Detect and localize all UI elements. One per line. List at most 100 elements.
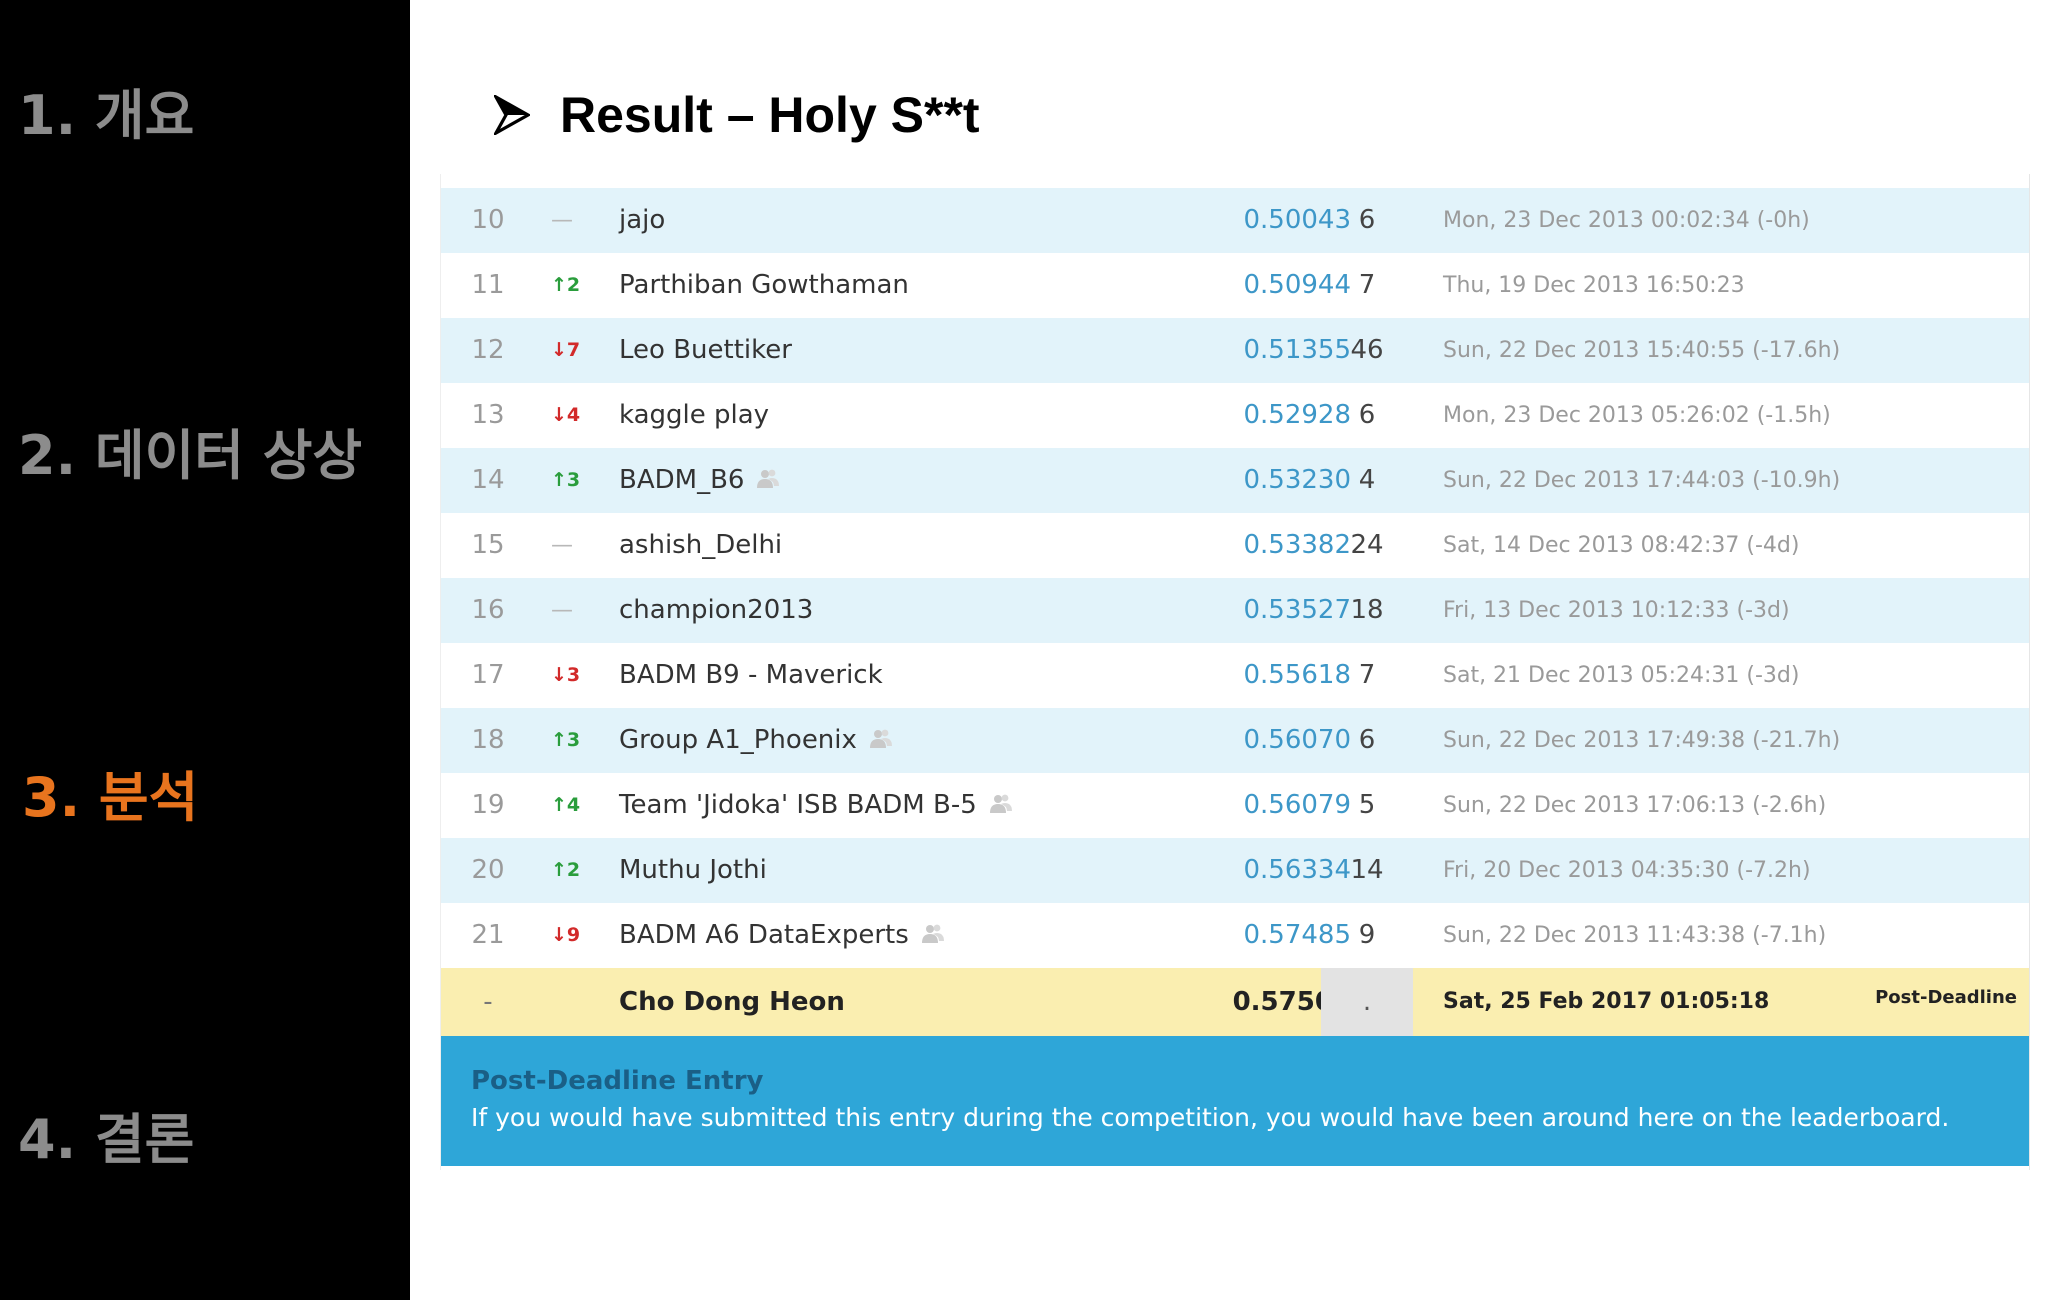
rank-change-cell: ↑4 [551,794,581,816]
rank-cell: 14 [471,465,505,495]
name-cell: Parthiban Gowthaman [619,270,909,300]
score-cell: 0.53382 [1243,530,1351,560]
entries-cell: 18 [1350,595,1384,625]
rank-cell: 11 [471,270,505,300]
rank-change-cell: ↓4 [551,404,581,426]
rank-cell: 17 [471,660,505,690]
entries-cell: 7 [1358,660,1376,690]
post-deadline-tag: Post-Deadline [1875,987,2017,1008]
rank-change-cell: ↑3 [551,469,581,491]
name-cell: ashish_Delhi [619,530,783,560]
highlight-name: Cho Dong Heon [619,987,845,1017]
sidebar-item-data: 2. 데이터 상상 [18,424,363,487]
team-icon [981,773,1013,838]
name-cell: BADM_B6 [619,465,745,495]
name-cell: BADM B9 - Maverick [619,660,883,690]
score-cell: 0.53527 [1243,595,1351,625]
score-cell: 0.56070 [1243,725,1351,755]
arrowhead-bullet-icon [494,95,530,135]
rank-change-cell: — [551,533,573,558]
score-cell: 0.50944 [1243,270,1351,300]
table-row[interactable]: 13 ↓4 kaggle play 0.52928 6 Mon, 23 Dec 2013 … [441,383,2029,448]
submitted-date-cell: Fri, 20 Dec 2013 04:35:30 (-7.2h) [1443,858,1811,883]
name-cell: jajo [619,205,666,235]
score-cell: 0.56334 [1243,855,1351,885]
table-row[interactable]: 15 — ashish_Delhi 0.53382 24 Sat, 14 Dec 2013… [441,513,2029,578]
submitted-date-cell: Sun, 22 Dec 2013 17:49:38 (-21.7h) [1443,728,1841,753]
table-row[interactable]: 11 ↑2 Parthiban Gowthaman 0.50944 7 Thu, 19 D… [441,253,2029,318]
table-row[interactable]: 17 ↓3 BADM B9 - Maverick 0.55618 7 Sat, 21 De… [441,643,2029,708]
table-row[interactable]: 12 ↓7 Leo Buettiker 0.51355 46 Sun, 22 Dec 20… [441,318,2029,383]
entries-cell: 7 [1358,270,1376,300]
name-cell: Group A1_Phoenix [619,725,857,755]
table-row[interactable]: 10 — jajo 0.50043 6 Mon, 23 Dec 2013 00:02:34… [441,188,2029,253]
submitted-date-cell: Sat, 14 Dec 2013 08:42:37 (-4d) [1443,533,1800,558]
submitted-date-cell: Mon, 23 Dec 2013 05:26:02 (-1.5h) [1443,403,1831,428]
team-icon [913,903,945,968]
entries-cell: 6 [1358,400,1376,430]
sidebar-item-conclusion: 4. 결론 [18,1108,195,1171]
table-row[interactable]: 19 ↑4 Team 'Jidoka' ISB BADM B-5 0.56079 5 Su… [441,773,2029,838]
team-icon [861,708,893,773]
entries-cell: 5 [1358,790,1376,820]
submitted-date-cell: Sun, 22 Dec 2013 17:44:03 (-10.9h) [1443,468,1841,493]
highlight-row[interactable]: - Cho Dong Heon 0.57507 . Sat, 25 Feb 20… [441,968,2029,1036]
post-deadline-notice: Post-Deadline Entry If you would have su… [441,1036,2029,1166]
rank-cell: 15 [471,530,505,560]
highlight-entries: . [1321,968,1413,1036]
submitted-date-cell: Sun, 22 Dec 2013 15:40:55 (-17.6h) [1443,338,1841,363]
score-cell: 0.55618 [1243,660,1351,690]
rank-cell: 19 [471,790,505,820]
notice-title: Post-Deadline Entry [471,1066,764,1096]
rank-change-cell: ↑2 [551,859,581,881]
name-cell: Team 'Jidoka' ISB BADM B-5 [619,790,977,820]
notice-body: If you would have submitted this entry d… [471,1103,1950,1132]
entries-cell: 6 [1358,205,1376,235]
highlight-date: Sat, 25 Feb 2017 01:05:18 [1443,989,1770,1014]
rank-change-cell: ↓9 [551,924,581,946]
rank-change-cell: ↓7 [551,339,581,361]
page-title: Result – Holy S**t [494,80,980,150]
name-cell: kaggle play [619,400,770,430]
slide: 1. 개요 2. 데이터 상상 3. 분석 4. 결론 Result – Hol… [0,0,2048,1300]
entries-cell: 14 [1350,855,1384,885]
submitted-date-cell: Sun, 22 Dec 2013 11:43:38 (-7.1h) [1443,923,1827,948]
table-row[interactable]: 14 ↑3 BADM_B6 0.53230 4 Sun, 22 Dec 2013 17:4… [441,448,2029,513]
highlight-rank: - [483,987,493,1017]
name-cell: champion2013 [619,595,814,625]
name-cell: Muthu Jothi [619,855,767,885]
submitted-date-cell: Sun, 22 Dec 2013 17:06:13 (-2.6h) [1443,793,1827,818]
table-row[interactable]: 18 ↑3 Group A1_Phoenix 0.56070 6 Sun, 22 Dec … [441,708,2029,773]
score-cell: 0.52928 [1243,400,1351,430]
entries-cell: 6 [1358,725,1376,755]
entries-cell: 9 [1358,920,1376,950]
highlight-score: 0.57507 [1232,987,1351,1017]
rank-cell: 18 [471,725,505,755]
page-title-text: Result – Holy S**t [560,87,980,143]
sidebar-item-analysis: 3. 분석 [22,766,199,829]
entries-cell: 4 [1358,465,1376,495]
name-cell: Leo Buettiker [619,335,792,365]
table-row[interactable]: 21 ↓9 BADM A6 DataExperts 0.57485 9 Sun, 22 D… [441,903,2029,968]
rank-change-cell: ↑2 [551,274,581,296]
rank-cell: 10 [471,205,505,235]
score-cell: 0.56079 [1243,790,1351,820]
submitted-date-cell: Fri, 13 Dec 2013 10:12:33 (-3d) [1443,598,1790,623]
entries-cell: 46 [1350,335,1384,365]
rank-cell: 12 [471,335,505,365]
name-cell: BADM A6 DataExperts [619,920,909,950]
rank-cell: 13 [471,400,505,430]
table-row[interactable]: 20 ↑2 Muthu Jothi 0.56334 14 Fri, 20 Dec 2013… [441,838,2029,903]
team-icon [748,448,780,513]
rank-change-cell: ↓3 [551,664,581,686]
leaderboard-table: 10— jajo 0.50043 6 Mon, 23 Dec 2013 00:02:34… [440,174,2030,1170]
table-row[interactable]: 16 — champion2013 0.53527 18 Fri, 13 Dec 2013… [441,578,2029,643]
rank-change-cell: ↑3 [551,729,581,751]
rank-change-cell: — [551,208,573,233]
score-cell: 0.57485 [1243,920,1351,950]
submitted-date-cell: Thu, 19 Dec 2013 16:50:23 [1443,273,1745,298]
score-cell: 0.50043 [1243,205,1351,235]
rank-change-cell: — [551,598,573,623]
submitted-date-cell: Sat, 21 Dec 2013 05:24:31 (-3d) [1443,663,1800,688]
sidebar-item-overview: 1. 개요 [18,84,195,147]
